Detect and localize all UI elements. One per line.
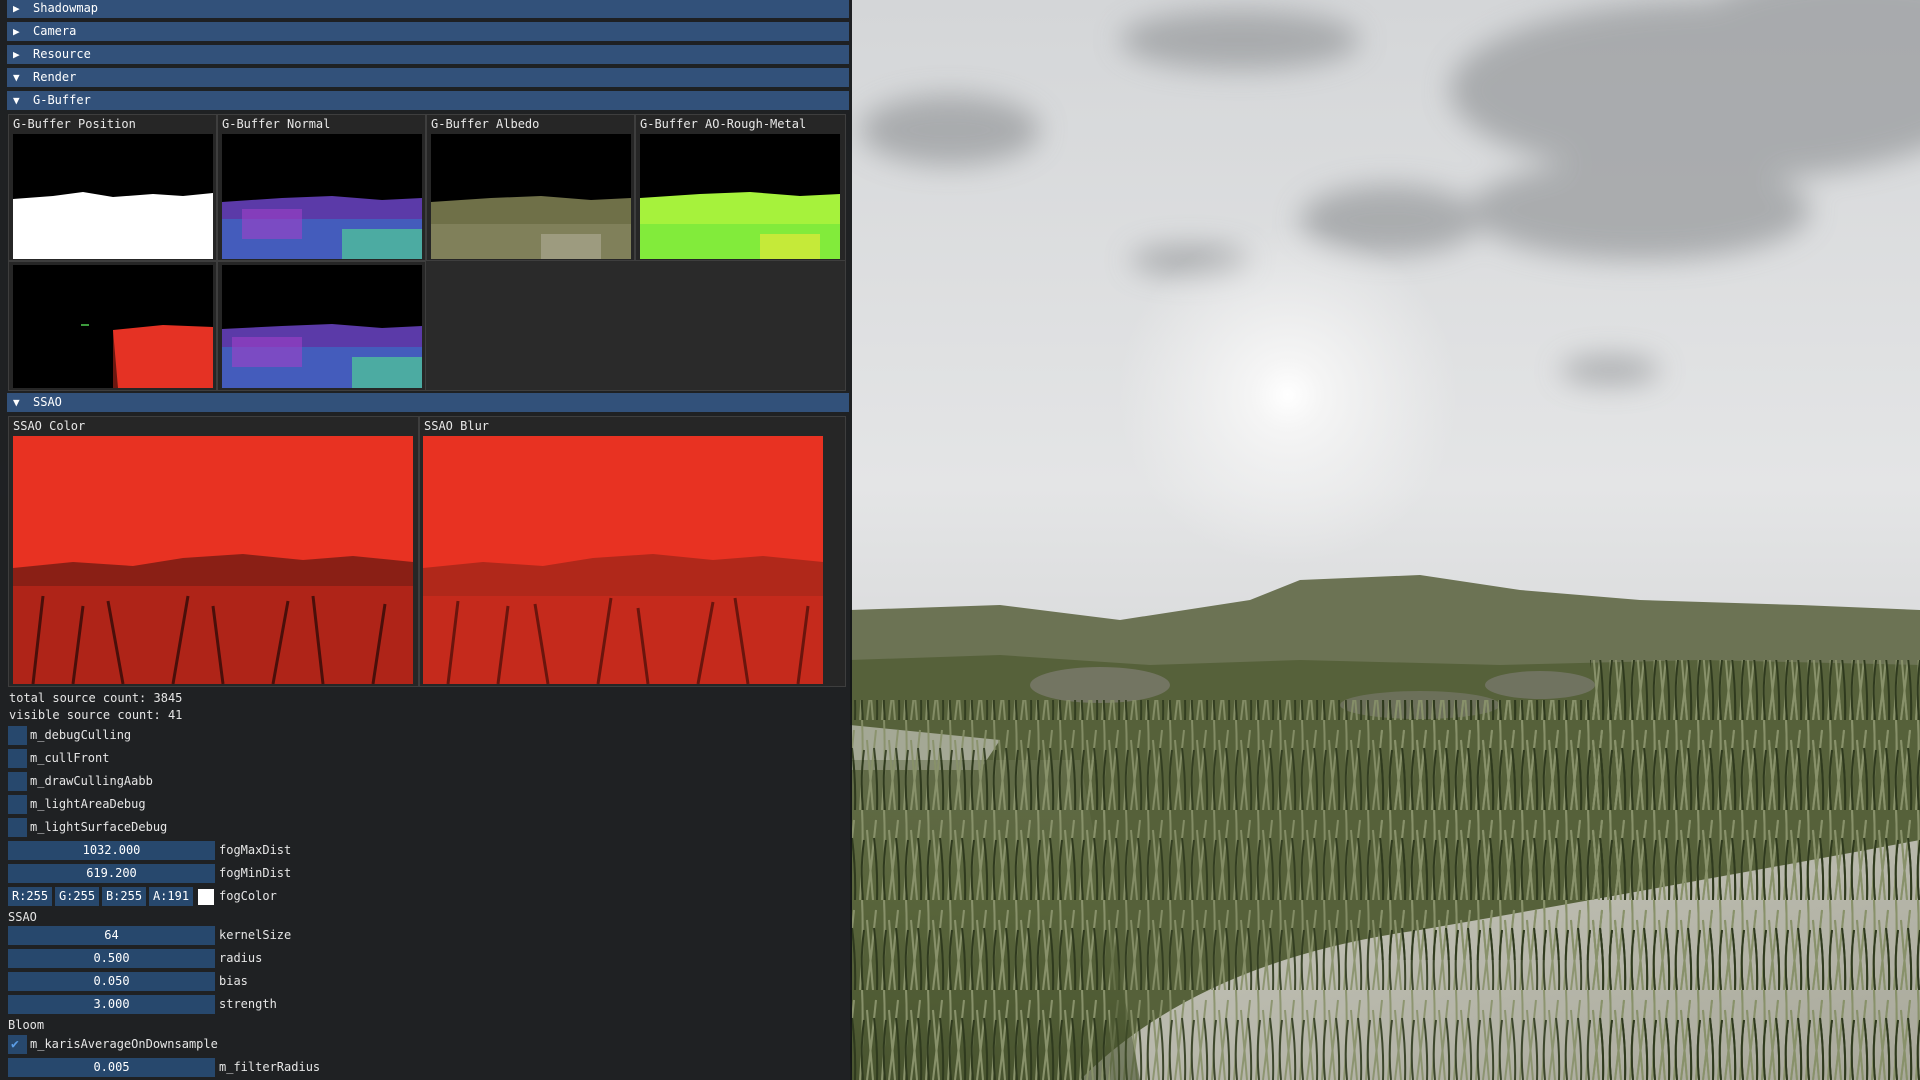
section-label: Resource — [33, 47, 91, 61]
light-surface-debug-label: m_lightSurfaceDebug — [30, 820, 168, 834]
gbuffer-position-panel: G-Buffer Position — [8, 114, 217, 261]
radius-slider[interactable]: 0.500 — [8, 949, 215, 968]
filter-radius-label: m_filterRadius — [219, 1060, 321, 1074]
section-ssao[interactable]: ▼ SSAO — [7, 393, 849, 412]
section-camera[interactable]: ▶ Camera — [7, 22, 849, 41]
gbuffer-arm-image — [640, 134, 840, 259]
light-area-debug-checkbox[interactable] — [8, 795, 27, 814]
fog-color-g[interactable]: G:255 — [55, 887, 99, 906]
gbuffer-depth-panel — [8, 261, 217, 391]
chevron-right-icon: ▶ — [13, 48, 20, 61]
draw-culling-aabb-checkbox[interactable] — [8, 772, 27, 791]
fog-min-dist-label: fogMinDist — [219, 866, 292, 880]
chevron-right-icon: ▶ — [13, 2, 20, 15]
total-source-count: total source count: 3845 — [9, 691, 183, 705]
filter-radius-slider[interactable]: 0.005 — [8, 1058, 215, 1077]
bias-slider[interactable]: 0.050 — [8, 972, 215, 991]
debug-panel: ▶ Shadowmap ▶ Camera ▶ Resource ▼ Render… — [0, 0, 852, 1080]
gbuffer-normal-title: G-Buffer Normal — [222, 117, 331, 131]
cull-front-checkbox[interactable] — [8, 749, 27, 768]
fog-color-b[interactable]: B:255 — [102, 887, 146, 906]
section-label: Camera — [33, 24, 77, 38]
gbuffer-depth-image — [13, 265, 213, 388]
fog-color-swatch[interactable] — [198, 889, 214, 905]
bloom-heading: Bloom — [8, 1018, 45, 1032]
section-render[interactable]: ▼ Render — [7, 68, 849, 87]
ssao-blur-panel: SSAO Blur — [419, 416, 846, 687]
debug-culling-label: m_debugCulling — [30, 728, 132, 742]
visible-source-count: visible source count: 41 — [9, 708, 183, 722]
gbuffer-arm-panel: G-Buffer AO-Rough-Metal — [635, 114, 846, 261]
fog-color-r[interactable]: R:255 — [8, 887, 52, 906]
gbuffer-arm-title: G-Buffer AO-Rough-Metal — [640, 117, 807, 131]
strength-label: strength — [219, 997, 277, 1011]
chevron-down-icon: ▼ — [13, 396, 20, 409]
gbuffer-albedo-image — [431, 134, 631, 259]
cull-front-label: m_cullFront — [30, 751, 110, 765]
section-label: G-Buffer — [33, 93, 91, 107]
gbuffer-albedo-title: G-Buffer Albedo — [431, 117, 540, 131]
section-label: Render — [33, 70, 77, 84]
gbuffer-normal-panel: G-Buffer Normal — [217, 114, 426, 261]
chevron-right-icon: ▶ — [13, 25, 20, 38]
ssao-blur-title: SSAO Blur — [424, 419, 490, 433]
fog-color-label: fogColor — [219, 889, 277, 903]
fog-max-dist-label: fogMaxDist — [219, 843, 292, 857]
kernel-size-slider[interactable]: 64 — [8, 926, 215, 945]
gbuffer-position-image — [13, 134, 213, 259]
gbuffer-extra-image — [222, 265, 422, 388]
karis-average-checkbox[interactable] — [8, 1035, 27, 1054]
karis-average-label: m_karisAverageOnDownsample — [30, 1037, 218, 1051]
strength-slider[interactable]: 3.000 — [8, 995, 215, 1014]
section-label: Shadowmap — [33, 1, 99, 15]
section-gbuffer[interactable]: ▼ G-Buffer — [7, 91, 849, 110]
radius-label: radius — [219, 951, 263, 965]
ssao-blur-image — [423, 436, 823, 684]
section-label: SSAO — [33, 395, 62, 409]
debug-culling-checkbox[interactable] — [8, 726, 27, 745]
fog-color-a[interactable]: A:191 — [149, 887, 193, 906]
draw-culling-aabb-label: m_drawCullingAabb — [30, 774, 153, 788]
gbuffer-normal-image — [222, 134, 422, 259]
chevron-down-icon: ▼ — [13, 71, 20, 84]
ssao-color-title: SSAO Color — [13, 419, 86, 433]
light-surface-debug-checkbox[interactable] — [8, 818, 27, 837]
gbuffer-position-title: G-Buffer Position — [13, 117, 136, 131]
gbuffer-extra-panel — [217, 261, 426, 391]
section-shadowmap[interactable]: ▶ Shadowmap — [7, 0, 849, 18]
section-resource[interactable]: ▶ Resource — [7, 45, 849, 64]
fog-max-dist-slider[interactable]: 1032.000 — [8, 841, 215, 860]
kernel-size-label: kernelSize — [219, 928, 292, 942]
chevron-down-icon: ▼ — [13, 94, 20, 107]
bias-label: bias — [219, 974, 248, 988]
ssao-color-image — [13, 436, 413, 684]
ssao-heading: SSAO — [8, 910, 37, 924]
light-area-debug-label: m_lightAreaDebug — [30, 797, 146, 811]
ssao-color-panel: SSAO Color — [8, 416, 419, 687]
gbuffer-albedo-panel: G-Buffer Albedo — [426, 114, 635, 261]
fog-min-dist-slider[interactable]: 619.200 — [8, 864, 215, 883]
